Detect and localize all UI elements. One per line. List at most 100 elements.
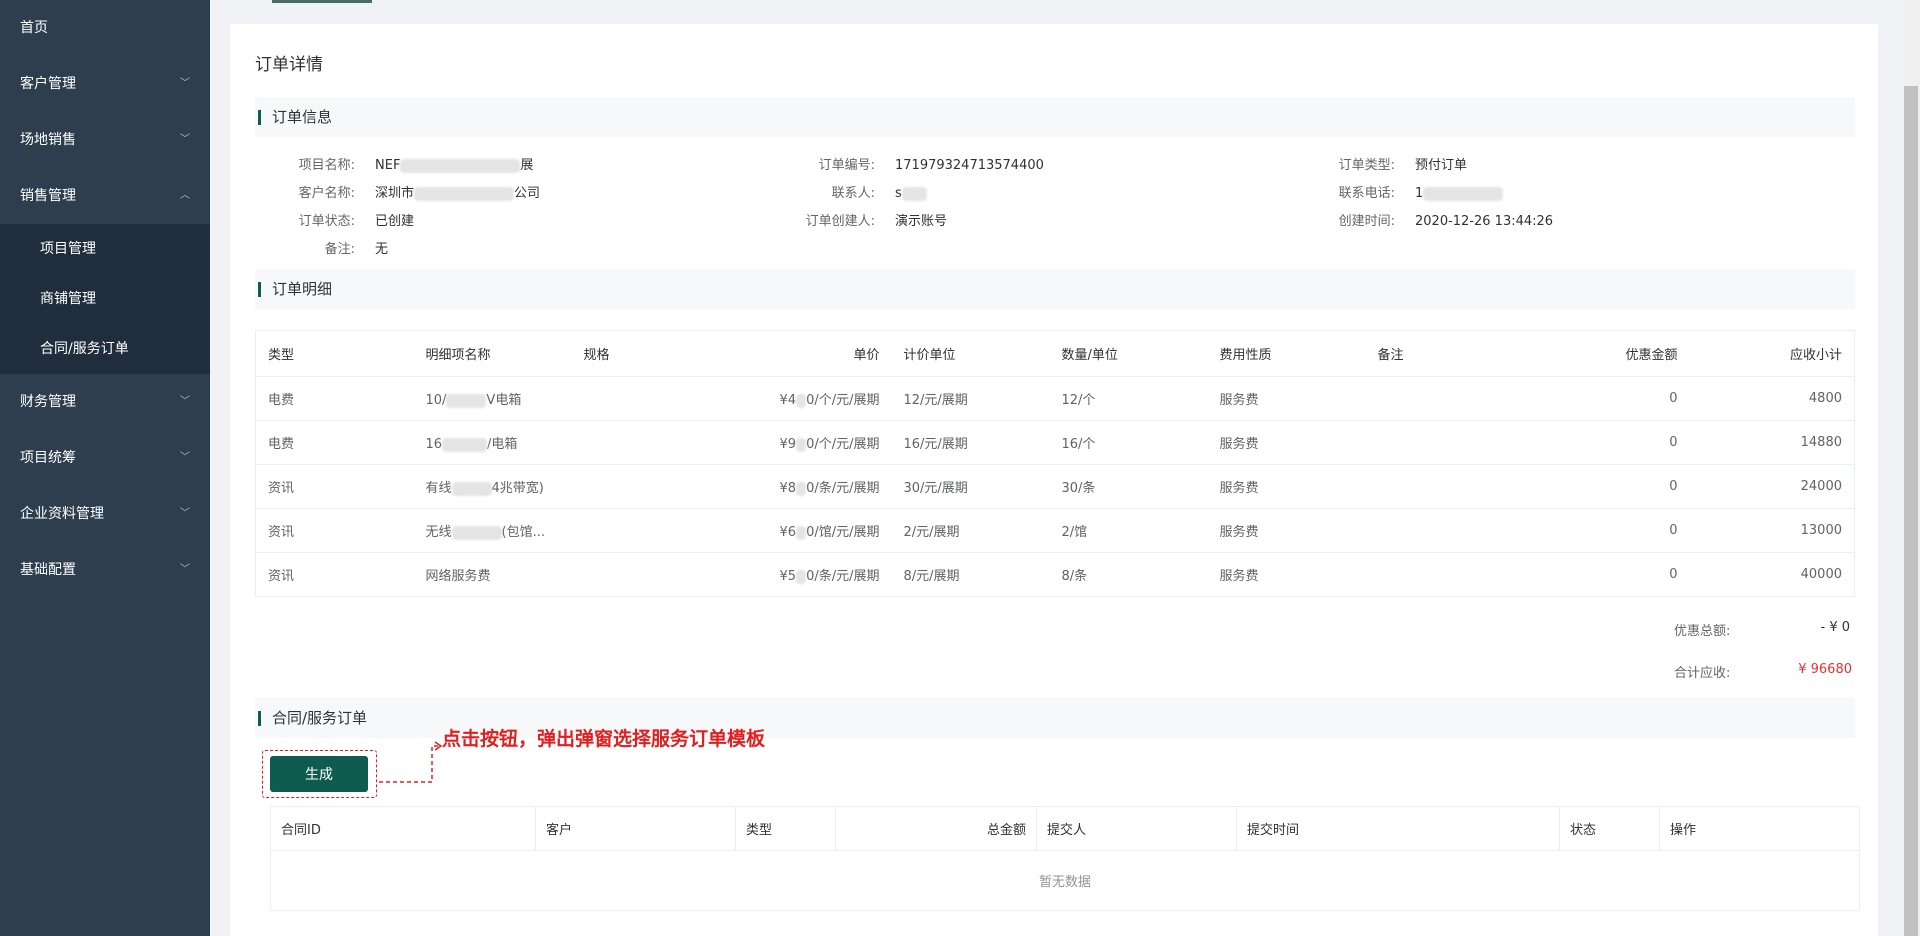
sidebar-item-enterprise[interactable]: 企业资料管理 ﹀ <box>0 486 210 542</box>
info-row: 客户名称: 深圳市 公司 联系人: s 联系电话: 1 <box>255 180 1855 208</box>
cell-type: 资讯 <box>255 508 414 553</box>
phone-value: 1 <box>1415 180 1504 208</box>
sidebar-item-config[interactable]: 基础配置 ﹀ <box>0 542 210 598</box>
cell-remark <box>1365 508 1524 553</box>
sidebar-item-customer[interactable]: 客户管理 ﹀ <box>0 56 210 112</box>
cell-unit: 16/元/展期 <box>891 420 1050 465</box>
cell-spec <box>571 552 642 597</box>
chevron-down-icon: ﹀ <box>180 452 190 463</box>
cell-name: 无线 (包馆... <box>413 508 572 553</box>
cell-nature: 服务费 <box>1207 552 1366 597</box>
order-detail-panel: 订单详情 订单信息 项目名称: NEF 展 订单编号: 1719793247135… <box>230 24 1878 936</box>
cell-spec <box>571 420 642 465</box>
order-info-heading: 订单信息 <box>255 97 1855 137</box>
remark-value: 无 <box>375 242 389 257</box>
contact-value: s <box>895 180 927 208</box>
column-header: 数量/单位 <box>1049 330 1208 377</box>
creator-label: 订单创建人: <box>805 214 875 229</box>
cell-subtotal: 4800 <box>1689 376 1855 421</box>
cell-type: 资讯 <box>255 552 414 597</box>
chevron-down-icon: ﹀ <box>180 134 190 145</box>
sidebar-item-label: 项目统筹 <box>20 450 76 466</box>
cell-subtotal: 40000 <box>1689 552 1855 597</box>
cell-qty: 2/馆 <box>1049 508 1208 553</box>
cell-nature: 服务费 <box>1207 420 1366 465</box>
cell-nature: 服务费 <box>1207 508 1366 553</box>
column-header: 计价单位 <box>891 330 1050 377</box>
total-value: ¥ 96680 <box>1798 662 1852 677</box>
cell-name: 有线 4兆带宽) <box>413 464 572 509</box>
order-no-label: 订单编号: <box>818 158 875 173</box>
contact-label: 联系人: <box>831 186 875 201</box>
chevron-down-icon: ﹀ <box>180 564 190 575</box>
cell-name: 16/电箱 <box>413 420 572 465</box>
table-row: 资讯 网络服务费 ¥5 0/条/元/展期 8/元/展期 8/条 服务费 0 400… <box>255 552 1855 597</box>
column-header: 状态 <box>1559 806 1660 851</box>
table-row: 资讯 有线 4兆带宽) ¥8 0/条/元/展期 30/元/展期 30/条 服务费 0… <box>255 464 1855 509</box>
status-label: 订单状态: <box>298 214 355 229</box>
cell-subtotal: 13000 <box>1689 508 1855 553</box>
cell-unit: 12/元/展期 <box>891 376 1050 421</box>
cell-qty: 12/个 <box>1049 376 1208 421</box>
sidebar-item-contract-order[interactable]: 合同/服务订单 <box>0 324 210 374</box>
annotation-text: 点击按钮，弹出弹窗选择服务订单模板 <box>442 728 766 750</box>
sidebar-item-finance[interactable]: 财务管理 ﹀ <box>0 374 210 430</box>
cell-name: 10/V电箱 <box>413 376 572 421</box>
cell-remark <box>1365 420 1524 465</box>
sidebar-item-venue-sales[interactable]: 场地销售 ﹀ <box>0 112 210 168</box>
sidebar-item-project[interactable]: 项目管理 <box>0 224 210 274</box>
cell-unit: 30/元/展期 <box>891 464 1050 509</box>
created-label: 创建时间: <box>1338 214 1395 229</box>
contract-table: 合同ID 客户 类型 总金额 提交人 提交时间 状态 操作 暂无数据 <box>270 806 1860 911</box>
cell-subtotal: 24000 <box>1689 464 1855 509</box>
sidebar-item-label: 财务管理 <box>20 394 76 410</box>
sidebar-item-label: 客户管理 <box>20 76 76 92</box>
phone-label: 联系电话: <box>1338 186 1395 201</box>
order-info: 项目名称: NEF 展 订单编号: 171979324713574400 订单类型… <box>255 152 1855 264</box>
order-detail-heading: 订单明细 <box>255 269 1855 309</box>
table-row: 电费 16/电箱 ¥9 0/个/元/展期 16/元/展期 16/个 服务费 0 1… <box>255 420 1855 465</box>
discount-total-label: 优惠总额: <box>1674 624 1731 639</box>
cell-type: 电费 <box>255 376 414 421</box>
page-title: 订单详情 <box>255 55 323 75</box>
cell-discount: 0 <box>1523 464 1690 509</box>
cell-price: ¥4 0/个/元/展期 <box>641 376 892 421</box>
sidebar-item-home[interactable]: 首页 <box>0 0 210 56</box>
project-name-value: NEF 展 <box>375 158 534 173</box>
generate-button[interactable]: 生成 <box>270 756 368 792</box>
cell-remark <box>1365 464 1524 509</box>
chevron-down-icon: ﹀ <box>180 78 190 89</box>
sidebar: 首页 客户管理 ﹀ 场地销售 ﹀ 销售管理 ︿ 项目管理 商铺管理 合同/服务订单 财… <box>0 0 210 936</box>
sidebar-item-label: 场地销售 <box>20 132 76 148</box>
table-header-row: 类型 明细项名称 规格 单价 计价单位 数量/单位 费用性质 备注 优惠金额 应… <box>255 330 1855 377</box>
active-tab-indicator <box>272 0 372 3</box>
cell-discount: 0 <box>1523 508 1690 553</box>
empty-row: 暂无数据 <box>271 851 1860 911</box>
callout-arrow <box>379 741 443 783</box>
status-value: 已创建 <box>375 214 415 229</box>
sidebar-item-sales[interactable]: 销售管理 ︿ <box>0 168 210 224</box>
cell-price: ¥8 0/条/元/展期 <box>641 464 892 509</box>
cell-unit: 8/元/展期 <box>891 552 1050 597</box>
cell-price: ¥9 0/个/元/展期 <box>641 420 892 465</box>
empty-text: 暂无数据 <box>1038 875 1091 890</box>
chevron-down-icon: ﹀ <box>180 508 190 519</box>
column-header: 提交时间 <box>1236 806 1560 851</box>
cell-unit: 2/元/展期 <box>891 508 1050 553</box>
column-header: 合同ID <box>270 806 536 851</box>
table-row: 电费 10/V电箱 ¥4 0/个/元/展期 12/元/展期 12/个 服务费 0 … <box>255 376 1855 421</box>
cell-price: ¥6 0/馆/元/展期 <box>641 508 892 553</box>
info-row: 订单状态: 已创建 订单创建人: 演示账号 创建时间: 2020-12-26 1… <box>255 208 1855 236</box>
chevron-down-icon: ﹀ <box>180 396 190 407</box>
sidebar-item-shop[interactable]: 商铺管理 <box>0 274 210 324</box>
sidebar-item-planning[interactable]: 项目统筹 ﹀ <box>0 430 210 486</box>
cell-type: 资讯 <box>255 464 414 509</box>
column-header: 提交人 <box>1036 806 1237 851</box>
discount-total-value: - ¥ 0 <box>1820 620 1851 635</box>
column-header: 单价 <box>641 330 892 377</box>
info-row: 备注: 无 <box>255 236 1855 264</box>
table-row: 资讯 无线 (包馆... ¥6 0/馆/元/展期 2/元/展期 2/馆 服务费 0 … <box>255 508 1855 553</box>
cell-nature: 服务费 <box>1207 464 1366 509</box>
chevron-up-icon: ︿ <box>180 190 190 201</box>
scrollbar-thumb[interactable] <box>1904 86 1918 936</box>
